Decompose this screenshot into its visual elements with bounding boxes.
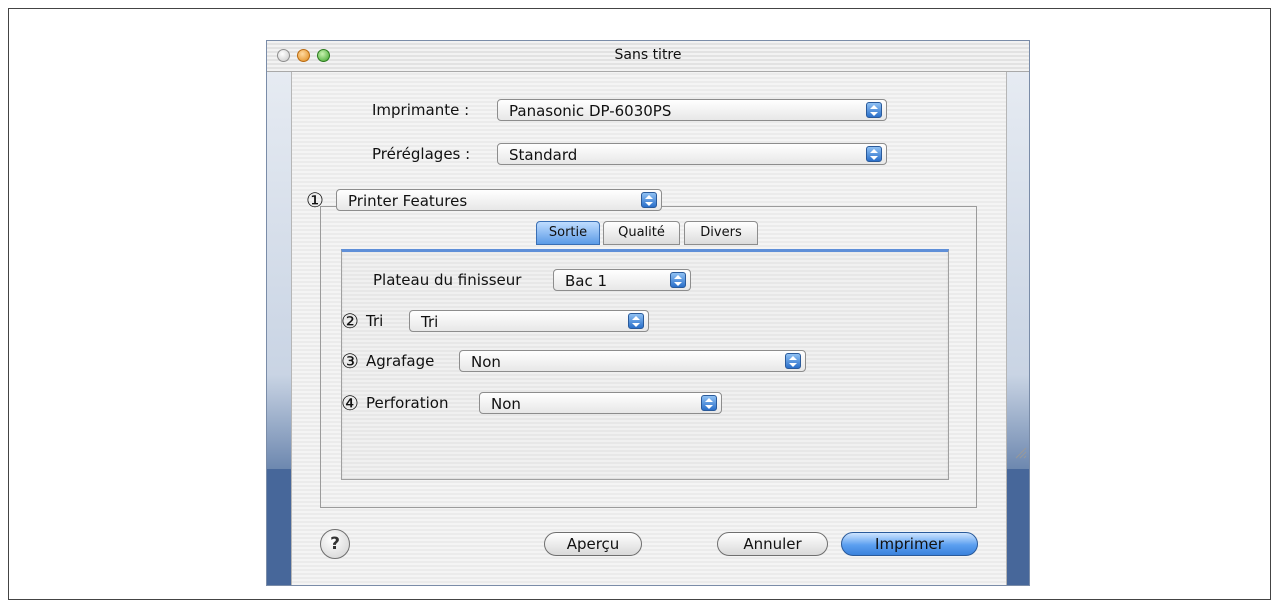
printer-popup[interactable]: Panasonic DP-6030PS (497, 99, 887, 121)
title-bar: Sans titre (267, 41, 1029, 72)
callout-1: ① (306, 188, 324, 212)
help-button[interactable]: ? (320, 529, 350, 559)
punch-popup[interactable]: Non (479, 392, 722, 414)
updown-arrows-icon (628, 313, 644, 329)
resize-grip-icon[interactable] (1015, 445, 1027, 459)
staple-label: Agrafage (366, 352, 435, 370)
updown-arrows-icon (785, 353, 801, 369)
presets-popup[interactable]: Standard (497, 143, 887, 165)
updown-arrows-icon (866, 102, 882, 118)
callout-3: ③ (341, 349, 359, 373)
print-button[interactable]: Imprimer (841, 532, 978, 556)
preview-button[interactable]: Aperçu (544, 532, 642, 556)
panel-value: Printer Features (348, 192, 468, 210)
updown-arrows-icon (701, 395, 717, 411)
tab-divers[interactable]: Divers (684, 221, 758, 245)
window-title: Sans titre (614, 47, 682, 63)
tab-sortie[interactable]: Sortie (536, 221, 600, 245)
tab-qualite[interactable]: Qualité (603, 221, 680, 245)
callout-2: ② (341, 309, 359, 333)
finisher-tray-popup[interactable]: Bac 1 (553, 269, 691, 291)
cancel-button[interactable]: Annuler (717, 532, 828, 556)
finisher-tray-value: Bac 1 (565, 272, 608, 290)
sort-popup[interactable]: Tri (409, 310, 649, 332)
presets-label: Préréglages : (372, 145, 471, 163)
punch-label: Perforation (366, 394, 449, 412)
printer-label: Imprimante : (372, 101, 470, 119)
panel-popup[interactable]: Printer Features (336, 189, 662, 211)
staple-popup[interactable]: Non (459, 350, 806, 372)
sort-value: Tri (421, 313, 439, 331)
updown-arrows-icon (866, 146, 882, 162)
callout-4: ④ (341, 391, 359, 415)
updown-arrows-icon (670, 272, 686, 288)
staple-value: Non (471, 353, 501, 371)
finisher-tray-label: Plateau du finisseur (373, 271, 522, 289)
sort-label: Tri (366, 312, 384, 330)
presets-value: Standard (509, 146, 578, 164)
punch-value: Non (491, 395, 521, 413)
printer-value: Panasonic DP-6030PS (509, 102, 672, 120)
updown-arrows-icon (641, 192, 657, 208)
